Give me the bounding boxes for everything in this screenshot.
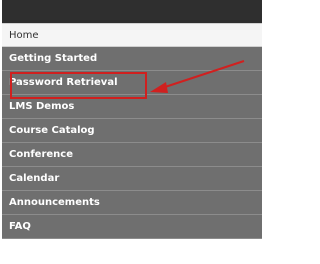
nav-item-lms-demos[interactable]: LMS Demos xyxy=(2,95,262,119)
nav-item-calendar[interactable]: Calendar xyxy=(2,167,262,191)
nav-menu: Home Getting Started Password Retrieval … xyxy=(2,23,262,239)
nav-item-faq[interactable]: FAQ xyxy=(2,215,262,239)
nav-item-getting-started[interactable]: Getting Started xyxy=(2,47,262,71)
top-bar xyxy=(2,0,262,23)
nav-item-password-retrieval[interactable]: Password Retrieval xyxy=(2,71,262,95)
nav-item-conference[interactable]: Conference xyxy=(2,143,262,167)
nav-item-home[interactable]: Home xyxy=(2,23,262,47)
nav-screenshot: Home Getting Started Password Retrieval … xyxy=(0,0,262,264)
nav-item-course-catalog[interactable]: Course Catalog xyxy=(2,119,262,143)
nav-item-announcements[interactable]: Announcements xyxy=(2,191,262,215)
